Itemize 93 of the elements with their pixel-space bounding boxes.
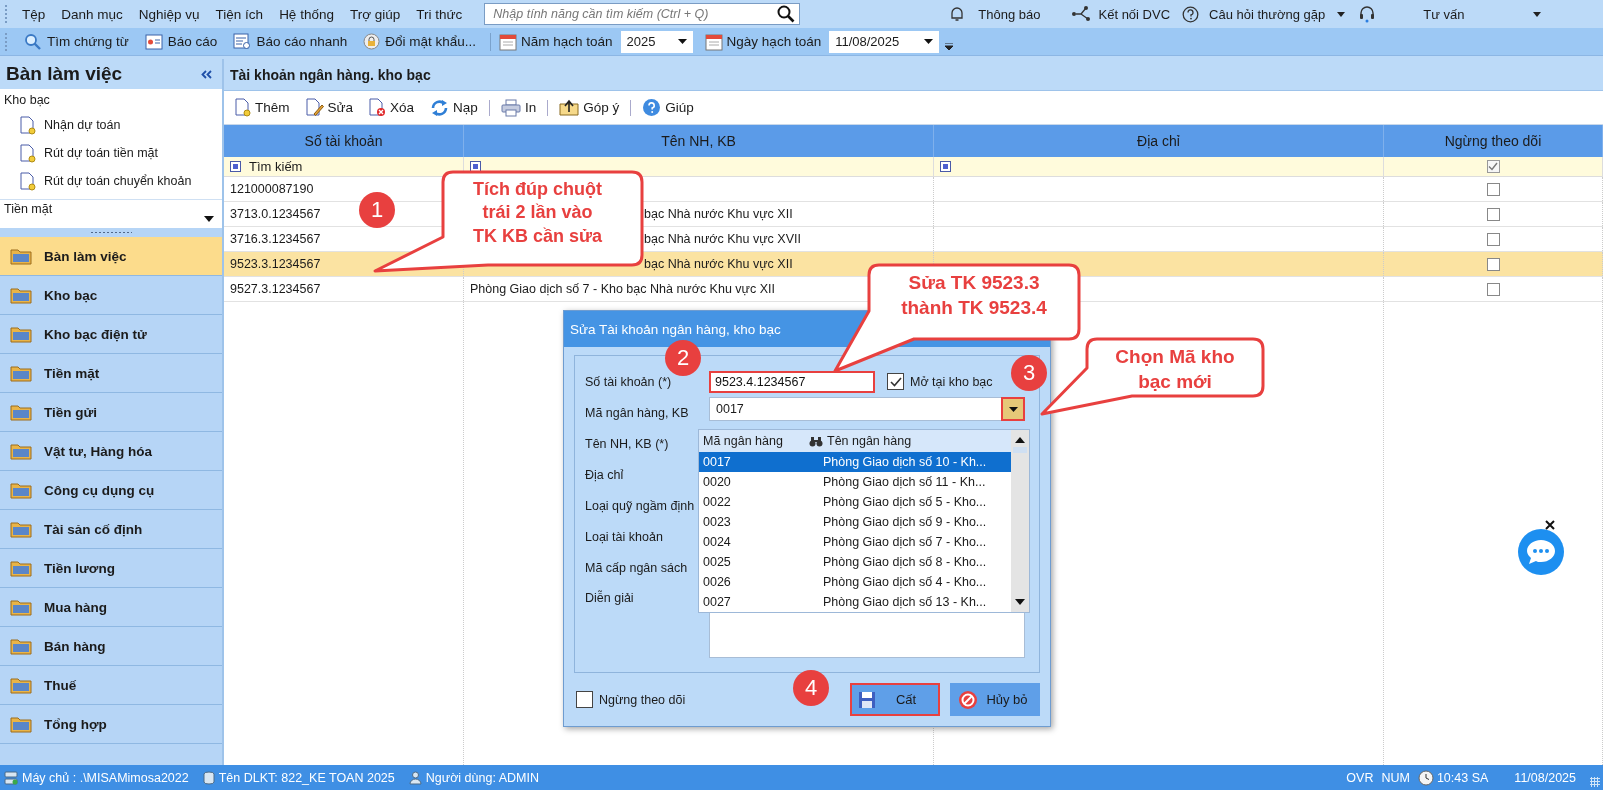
- option-code: 0026: [702, 575, 732, 589]
- dropdown-option[interactable]: 0024 Phòng Giao dịch số 7 - Kho...: [699, 532, 1011, 552]
- fiscal-year-select[interactable]: 2025: [620, 30, 693, 53]
- tree-item[interactable]: Rút dự toán tiền mặt: [44, 146, 158, 160]
- column-header[interactable]: Mã ngân hàng: [699, 434, 805, 448]
- option-code: 0027: [702, 595, 732, 609]
- action-button[interactable]: Nạp: [423, 96, 485, 119]
- option-code: 0024: [702, 535, 732, 549]
- posting-date-label: Ngày hạch toán: [726, 34, 822, 49]
- option-name: Phòng Giao dịch số 10 - Kh...: [823, 455, 987, 469]
- option-code: 0020: [702, 475, 732, 489]
- status-text: Máy chủ : .\MISAMimosa2022: [22, 770, 189, 785]
- group-select[interactable]: Tiền mặt: [0, 199, 222, 228]
- menu-item[interactable]: Hệ thống: [271, 3, 342, 25]
- step-number: 1: [359, 192, 395, 228]
- toolbar-button[interactable]: Đổi mật khẩu...: [357, 31, 483, 52]
- action-button[interactable]: Sửa: [298, 96, 361, 119]
- field-label: Diễn giải: [585, 589, 634, 605]
- option-name: Phòng Giao dịch số 4 - Kho...: [823, 575, 987, 589]
- action-button[interactable]: Góp ý: [552, 97, 627, 118]
- table-cell[interactable]: 9527.3.1234567: [230, 282, 321, 296]
- option-name: Phòng Giao dịch số 7 - Kho...: [823, 535, 987, 549]
- field-label: Loại quỹ ngầm định: [585, 498, 695, 513]
- dialog-button[interactable]: Hủy bỏ: [950, 683, 1040, 716]
- column-header[interactable]: Tên ngân hàng: [827, 434, 912, 448]
- table-cell: bạc Nhà nước Khu vực XII: [644, 207, 793, 221]
- toolbar-button[interactable]: Tìm chứng từ: [18, 30, 135, 53]
- option-name: Phòng Giao dịch số 13 - Kh...: [823, 595, 987, 609]
- action-button[interactable]: In: [493, 96, 544, 119]
- status-text: Tên DLKT: 822_KE TOAN 2025: [218, 770, 395, 785]
- account-field[interactable]: 9523.4.1234567: [709, 370, 875, 393]
- dropdown-option[interactable]: 0025 Phòng Giao dịch số 8 - Kho...: [699, 552, 1011, 572]
- field-label: Mã cấp ngân sách: [585, 560, 688, 575]
- field-label: Số tài khoản (*): [585, 374, 672, 389]
- top-link[interactable]: Tư vấn: [1421, 4, 1467, 24]
- table-cell: bạc Nhà nước Khu vực XII: [644, 257, 793, 271]
- menu-item[interactable]: Tiện ích: [207, 3, 272, 25]
- top-link[interactable]: Thông báo: [976, 4, 1043, 24]
- table-cell[interactable]: 3716.3.1234567: [230, 232, 321, 246]
- status-date: 11/08/2025: [1514, 770, 1576, 785]
- status-mode: NUM: [1381, 770, 1410, 785]
- menu-item[interactable]: Tri thức: [408, 3, 471, 25]
- top-link[interactable]: Câu hỏi thường gặp: [1207, 4, 1328, 24]
- field-label: Tên NH, KB (*): [585, 436, 669, 451]
- option-code: 0023: [702, 515, 732, 529]
- checkbox-label: Ngừng theo dõi: [599, 692, 686, 707]
- action-button[interactable]: Thêm: [228, 96, 297, 119]
- dropdown-option[interactable]: 0027 Phòng Giao dịch số 13 - Kh...: [699, 592, 1011, 612]
- search-field[interactable]: Nhập tính năng cần tìm kiếm (Ctrl + Q): [484, 3, 801, 25]
- dropdown-option[interactable]: 0026 Phòng Giao dịch số 4 - Kho...: [699, 572, 1011, 592]
- checkbox-label: Mở tại kho bạc: [910, 374, 993, 389]
- option-code: 0022: [702, 495, 732, 509]
- option-name: Phòng Giao dịch số 5 - Kho...: [823, 495, 987, 509]
- table-cell[interactable]: 9523.3.1234567: [230, 257, 321, 271]
- option-code: 0017: [702, 455, 732, 469]
- dropdown-option[interactable]: 0017 Phòng Giao dịch số 10 - Kh...: [699, 452, 1011, 472]
- tree-group-label[interactable]: Kho bạc: [0, 91, 54, 111]
- action-button[interactable]: Giúp: [635, 96, 701, 119]
- filter-label: Tìm kiếm: [249, 159, 303, 174]
- dialog-button[interactable]: Cất: [850, 683, 940, 716]
- tree-item[interactable]: Rút dự toán chuyển khoản: [44, 174, 192, 188]
- field-label: Địa chỉ: [585, 467, 624, 482]
- status-mode: OVR: [1346, 770, 1374, 785]
- callout: Chọn Mã kho bạc mới: [1040, 337, 1265, 416]
- option-code: 0025: [702, 555, 732, 569]
- status-time: 10:43 SA: [1436, 770, 1489, 785]
- nav-item[interactable]: Bàn làm việc: [0, 237, 222, 276]
- option-name: Phòng Giao dịch số 11 - Kh...: [823, 475, 986, 489]
- table-cell[interactable]: 121000087190: [230, 182, 314, 196]
- page-title: Tài khoản ngân hàng. kho bạc: [224, 59, 1603, 91]
- top-link[interactable]: Kết nối DVC: [1096, 4, 1173, 24]
- tree-item[interactable]: Nhận dự toán: [44, 118, 121, 132]
- toolbar-button[interactable]: Báo cáo nhanh: [227, 31, 354, 52]
- dropdown-option[interactable]: 0020 Phòng Giao dịch số 11 - Kh...: [699, 472, 1011, 492]
- option-name: Phòng Giao dịch số 8 - Kho...: [823, 555, 987, 569]
- sidebar-title: Bàn làm việc: [6, 63, 123, 85]
- status-text: Người dùng: ADMIN: [425, 770, 539, 785]
- field-label: Loại tài khoản: [585, 529, 663, 544]
- menu-item[interactable]: Danh mục: [53, 3, 131, 25]
- posting-date-select[interactable]: 11/08/2025: [829, 30, 940, 53]
- menu-item[interactable]: Nghiệp vụ: [130, 3, 208, 25]
- action-button[interactable]: Xóa: [362, 96, 422, 119]
- toolbar-button[interactable]: Báo cáo: [138, 31, 224, 52]
- fiscal-year-label: Năm hạch toán: [521, 34, 613, 49]
- table-cell: Phòng Giao dịch số 7 - Kho bạc Nhà nước Khu vực XII: [470, 282, 775, 296]
- table-cell: bạc Nhà nước Khu vực XVII: [644, 232, 801, 246]
- menu-item[interactable]: Trợ giúp: [341, 3, 409, 25]
- option-name: Phòng Giao dịch số 9 - Kho...: [823, 515, 987, 529]
- field-label: Mã ngân hàng, KB: [585, 405, 689, 420]
- dropdown-option[interactable]: 0022 Phòng Giao dịch số 5 - Kho...: [699, 492, 1011, 512]
- table-cell[interactable]: 3713.0.1234567: [230, 207, 321, 221]
- dropdown-option[interactable]: 0023 Phòng Giao dịch số 9 - Kho...: [699, 512, 1011, 532]
- menu-item[interactable]: Tệp: [14, 3, 54, 25]
